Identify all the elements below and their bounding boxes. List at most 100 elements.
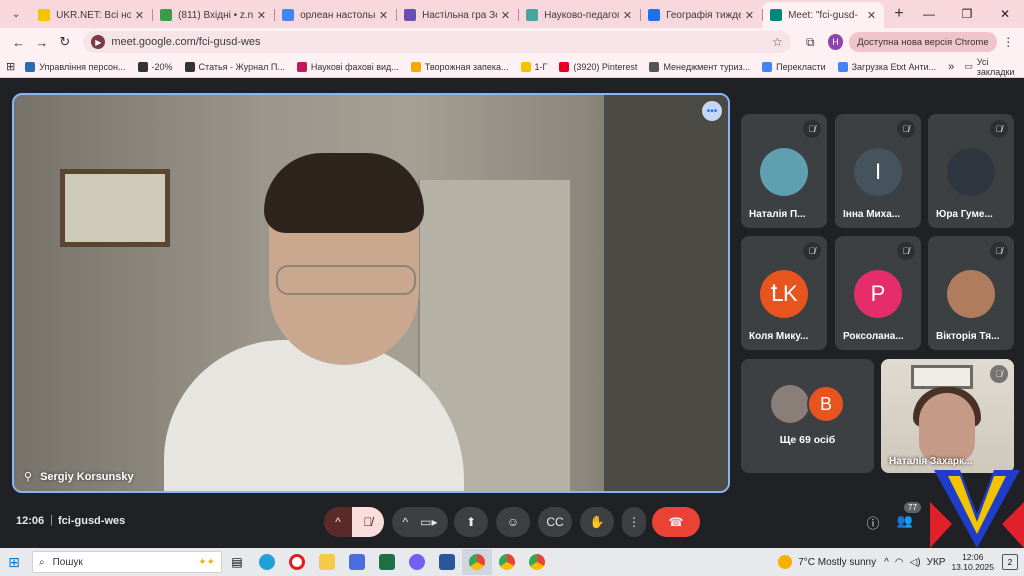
present-button[interactable]: ⬆ [454,507,488,537]
browser-tab[interactable]: Meet: "fci-gusd- ✕ [762,2,885,28]
self-video-tile[interactable]: 🎙̸ Наталія Захарк... [881,359,1014,473]
browser-tab[interactable]: Настільна гра Земля ✕ [396,2,518,28]
new-tab-button[interactable]: + [888,2,910,26]
chrome-profile3-icon[interactable] [522,549,552,575]
participant-tile[interactable]: 🎙̸ Наталія П... [741,114,827,228]
notifications-icon[interactable]: 2 [1002,554,1018,570]
browser-tab[interactable]: UKR.NET: Всі новини ✕ [30,2,152,28]
bookmark-star-icon[interactable]: ☆ [772,35,783,49]
close-window-icon[interactable]: ✕ [986,7,1024,21]
weather-widget[interactable]: 7°C Mostly sunny [778,555,876,569]
bookmark-item[interactable]: -20% [137,61,173,72]
tab-close-icon[interactable]: ✕ [135,9,144,22]
excel-icon[interactable] [372,549,402,575]
captions-button[interactable]: CC [538,507,572,537]
word-icon[interactable] [432,549,462,575]
bookmark-favicon-icon [837,61,848,72]
forward-arrow-icon[interactable]: → [31,35,52,50]
speaker-glasses [276,265,416,295]
tab-close-icon[interactable]: ✕ [745,9,754,22]
apps-grid-icon[interactable]: ⊞ [6,60,15,73]
taskbar-search[interactable]: ⌕ Пошук ✦✦ [32,551,222,573]
info-icon[interactable]: ⓘ [862,513,884,532]
bookmark-item[interactable]: Наукові фахові вид... [296,61,399,72]
participant-tile[interactable]: 🎙̸ ꝈK Коля Мику... [741,236,827,350]
profile-avatar[interactable]: H [827,34,844,50]
speaker-video[interactable]: ••• ⚲ Sergiy Korsunsky [12,93,730,493]
tab-close-icon[interactable]: ✕ [623,9,632,22]
people-icon[interactable]: 👥 [894,513,916,529]
extensions-icon[interactable]: ⧉ [799,35,822,50]
bookmark-item[interactable]: (3920) Pinterest [559,61,638,72]
browser-tab[interactable]: орлеан настольная ✕ [274,2,396,28]
restore-icon[interactable]: ❐ [948,7,986,21]
participant-tile[interactable]: 🎙̸ I Інна Миха... [835,114,921,228]
tab-favicon-icon [526,9,539,21]
bookmark-item[interactable]: Загрузка Etxt Анти... [837,61,936,72]
reactions-button[interactable]: ☺ [496,507,530,537]
all-bookmarks-button[interactable]: ▭ Усі закладки [964,57,1018,77]
participant-tile[interactable]: 🎙̸ Юра Гуме... [928,114,1014,228]
mic-toggle-button[interactable]: 🎙̸ [352,507,384,537]
edge-icon[interactable] [252,549,282,575]
leave-call-button[interactable]: ☎ [652,507,700,537]
back-arrow-icon[interactable]: ← [8,35,29,50]
tab-search-chevron-icon[interactable]: ⌄ [6,3,26,25]
more-options-button[interactable]: ⋮ [622,507,646,537]
tab-label: UKR.NET: Всі новини [56,9,131,21]
language-indicator[interactable]: УКР [927,557,946,568]
file-explorer-icon[interactable] [312,549,342,575]
tab-close-icon[interactable]: ✕ [501,9,510,22]
participant-tile[interactable]: 🎙̸ Вікторія Тя... [928,236,1014,350]
browser-tab[interactable]: Географія тижденьа ✕ [640,2,762,28]
store-icon[interactable] [342,549,372,575]
chrome-profile2-icon[interactable] [492,549,522,575]
mic-off-icon: 🎙̸ [990,365,1008,383]
chrome-icon[interactable] [462,549,492,575]
opera-icon[interactable] [282,549,312,575]
more-participants-tile[interactable]: B Ще 69 осіб [741,359,874,473]
camera-toggle-button[interactable]: ^ ▭▸ [392,507,448,537]
bookmark-item[interactable]: 1-Г [520,61,548,72]
bookmark-favicon-icon [184,61,195,72]
reload-icon[interactable]: ↻ [54,34,75,50]
bookmark-label: 1-Г [534,61,548,72]
tab-close-icon[interactable]: ✕ [257,9,266,22]
tab-close-icon[interactable]: ✕ [379,9,388,22]
bookmark-item[interactable]: Управління персон... [25,61,126,72]
bookmark-item[interactable]: Творожная запека... [410,61,509,72]
more-bookmarks-icon[interactable]: » [948,61,954,73]
minimize-icon[interactable]: — [910,7,948,21]
tab-close-icon[interactable]: ✕ [867,9,876,22]
bookmark-favicon-icon [296,61,307,72]
bookmark-item[interactable]: Менеджмент туриз... [649,61,750,72]
bookmark-item[interactable]: Перекласти [762,61,826,72]
bookmark-label: (3920) Pinterest [573,61,638,72]
site-info-icon[interactable]: ▶ [91,35,106,49]
task-view-icon[interactable]: ▤ [222,549,252,575]
url-text[interactable]: meet.google.com/fci-gusd-wes [111,36,772,48]
participant-tile[interactable]: 🎙̸ P Роксолана... [835,236,921,350]
raise-hand-button[interactable]: ✋ [580,507,614,537]
mic-off-icon: 🎙̸ [897,242,915,260]
viber-icon[interactable] [402,549,432,575]
windows-start-icon[interactable]: ⊞ [0,554,28,571]
speaker-name: Sergiy Korsunsky [40,470,134,483]
chrome-menu-icon[interactable]: ⋮ [1001,35,1016,49]
network-icon[interactable]: ◠ [895,557,904,568]
browser-tab[interactable]: (811) Вхідні • z.nata.z ✕ [152,2,274,28]
bookmark-favicon-icon [25,61,36,72]
camera-icon: ▭▸ [420,515,438,529]
chrome-update-button[interactable]: Доступна нова версія Chrome [849,32,997,52]
tab-list: UKR.NET: Всі новини✕(811) Вхідні • z.nat… [30,2,885,28]
clock-widget[interactable]: 12:06 13.10.2025 [951,552,994,572]
volume-icon[interactable]: ◁) [910,557,921,568]
tile-options-icon[interactable]: ••• [702,101,722,121]
tray-chevron-icon[interactable]: ^ [884,557,889,568]
participant-avatar-letter: B [807,385,845,423]
audio-options-button[interactable]: ^ [324,507,352,537]
bookmark-item[interactable]: Статья - Журнал П... [184,61,285,72]
address-bar[interactable]: ▶ meet.google.com/fci-gusd-wes ☆ [83,31,791,53]
tab-label: орлеан настольная [300,9,375,21]
browser-tab[interactable]: Науково-педагогічн ✕ [518,2,640,28]
